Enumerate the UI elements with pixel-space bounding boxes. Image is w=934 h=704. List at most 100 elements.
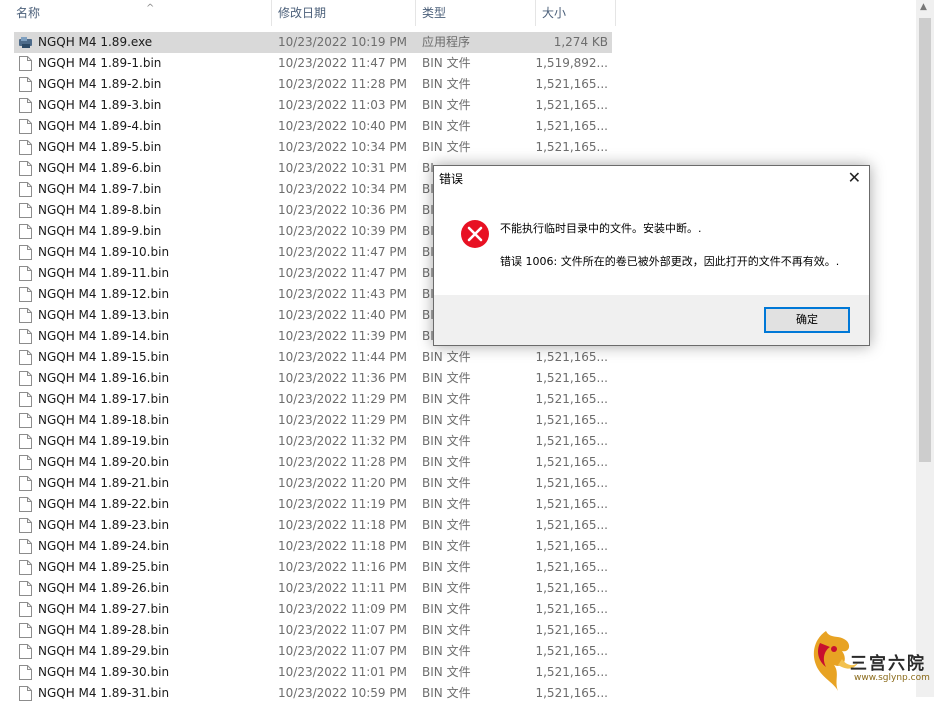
table-row[interactable]: NGQH M4 1.89-15.bin 10/23/2022 11:44 PM BI… xyxy=(14,347,612,368)
file-name: NGQH M4 1.89-11.bin xyxy=(38,266,170,280)
app-icon xyxy=(19,37,32,48)
file-icon xyxy=(19,476,32,491)
table-row[interactable]: NGQH M4 1.89-23.bin 10/23/2022 11:18 PM BI… xyxy=(14,515,612,536)
file-type: BIN 文件 xyxy=(422,539,471,553)
file-name: NGQH M4 1.89-14.bin xyxy=(38,329,170,343)
sort-ascending-icon: ^ xyxy=(146,3,155,14)
file-icon xyxy=(19,245,32,260)
file-date: 10/23/2022 11:01 PM xyxy=(278,665,407,679)
ok-button[interactable]: 确定 xyxy=(764,307,850,333)
file-type: BIN 文件 xyxy=(422,140,471,154)
column-header: 名称 ^ 修改日期 类型 大小 xyxy=(0,0,916,26)
table-row[interactable]: NGQH M4 1.89-28.bin 10/23/2022 11:07 PM BI… xyxy=(14,620,612,641)
file-name: NGQH M4 1.89-16.bin xyxy=(38,371,170,385)
scrollbar-thumb[interactable] xyxy=(919,18,931,462)
file-type: BIN 文件 xyxy=(422,434,471,448)
file-name: NGQH M4 1.89-26.bin xyxy=(38,581,170,595)
table-row[interactable]: NGQH M4 1.89-3.bin 10/23/2022 11:03 PM BIN… xyxy=(14,95,612,116)
file-icon xyxy=(19,77,32,92)
column-type[interactable]: 类型 xyxy=(416,0,536,26)
file-size: 1,521,165... xyxy=(535,455,608,469)
file-type: BIN 文件 xyxy=(422,623,471,637)
column-name[interactable]: 名称 ^ xyxy=(10,0,272,26)
file-date: 10/23/2022 11:20 PM xyxy=(278,476,407,490)
file-name: NGQH M4 1.89-9.bin xyxy=(38,224,162,238)
table-row[interactable]: NGQH M4 1.89-21.bin 10/23/2022 11:20 PM BI… xyxy=(14,473,612,494)
file-name: NGQH M4 1.89-3.bin xyxy=(38,98,162,112)
file-icon xyxy=(19,623,32,638)
file-date: 10/23/2022 11:43 PM xyxy=(278,287,407,301)
file-size: 1,521,165... xyxy=(535,476,608,490)
file-icon xyxy=(19,392,32,407)
table-row[interactable]: NGQH M4 1.89-1.bin 10/23/2022 11:47 PM BIN… xyxy=(14,53,612,74)
file-date: 10/23/2022 11:32 PM xyxy=(278,434,407,448)
file-icon xyxy=(19,560,32,575)
vertical-scrollbar[interactable]: ▲ xyxy=(916,0,934,697)
file-name: NGQH M4 1.89-22.bin xyxy=(38,497,170,511)
table-row[interactable]: NGQH M4 1.89-31.bin 10/23/2022 10:59 PM BI… xyxy=(14,683,612,704)
file-name: NGQH M4 1.89-27.bin xyxy=(38,602,170,616)
file-name: NGQH M4 1.89-7.bin xyxy=(38,182,162,196)
table-row[interactable]: NGQH M4 1.89-20.bin 10/23/2022 11:28 PM BI… xyxy=(14,452,612,473)
file-type: BIN 文件 xyxy=(422,518,471,532)
table-row[interactable]: NGQH M4 1.89.exe 10/23/2022 10:19 PM 应用程序 1… xyxy=(14,32,612,53)
scroll-up-icon[interactable]: ▲ xyxy=(920,2,927,12)
table-row[interactable]: NGQH M4 1.89-4.bin 10/23/2022 10:40 PM BIN… xyxy=(14,116,612,137)
file-size: 1,521,165... xyxy=(535,392,608,406)
error-dialog: 错误 ✕ 不能执行临时目录中的文件。安装中断。. 错误 1006: 文件所在的卷… xyxy=(433,165,870,346)
table-row[interactable]: NGQH M4 1.89-17.bin 10/23/2022 11:29 PM BI… xyxy=(14,389,612,410)
file-name: NGQH M4 1.89.exe xyxy=(38,35,153,49)
file-icon xyxy=(19,329,32,344)
table-row[interactable]: NGQH M4 1.89-19.bin 10/23/2022 11:32 PM BI… xyxy=(14,431,612,452)
file-icon xyxy=(19,203,32,218)
watermark-url: www.sglynp.com xyxy=(854,673,930,683)
table-row[interactable]: NGQH M4 1.89-2.bin 10/23/2022 11:28 PM BIN… xyxy=(14,74,612,95)
file-name: NGQH M4 1.89-2.bin xyxy=(38,77,162,91)
table-row[interactable]: NGQH M4 1.89-29.bin 10/23/2022 11:07 PM BI… xyxy=(14,641,612,662)
file-size: 1,519,892... xyxy=(535,56,608,70)
table-row[interactable]: NGQH M4 1.89-30.bin 10/23/2022 11:01 PM BI… xyxy=(14,662,612,683)
table-row[interactable]: NGQH M4 1.89-22.bin 10/23/2022 11:19 PM BI… xyxy=(14,494,612,515)
file-icon xyxy=(19,602,32,617)
file-size: 1,521,165... xyxy=(535,644,608,658)
file-date: 10/23/2022 10:36 PM xyxy=(278,203,407,217)
watermark-logo: 三宫六院 www.sglynp.com xyxy=(804,625,930,693)
file-size: 1,521,165... xyxy=(535,623,608,637)
file-name: NGQH M4 1.89-15.bin xyxy=(38,350,170,364)
file-size: 1,521,165... xyxy=(535,77,608,91)
file-date: 10/23/2022 11:09 PM xyxy=(278,602,407,616)
file-icon xyxy=(19,266,32,281)
file-name: NGQH M4 1.89-19.bin xyxy=(38,434,170,448)
file-icon xyxy=(19,665,32,680)
table-row[interactable]: NGQH M4 1.89-5.bin 10/23/2022 10:34 PM BIN… xyxy=(14,137,612,158)
file-date: 10/23/2022 11:39 PM xyxy=(278,329,407,343)
column-size[interactable]: 大小 xyxy=(536,0,616,26)
file-type: BIN 文件 xyxy=(422,665,471,679)
file-icon xyxy=(19,161,32,176)
column-date[interactable]: 修改日期 xyxy=(272,0,416,26)
close-icon[interactable]: ✕ xyxy=(848,166,861,189)
file-size: 1,521,165... xyxy=(535,602,608,616)
file-size: 1,521,165... xyxy=(535,539,608,553)
error-icon xyxy=(461,220,489,248)
dialog-title: 错误 xyxy=(439,172,464,186)
table-row[interactable]: NGQH M4 1.89-24.bin 10/23/2022 11:18 PM BI… xyxy=(14,536,612,557)
file-name: NGQH M4 1.89-6.bin xyxy=(38,161,162,175)
file-size: 1,521,165... xyxy=(535,518,608,532)
file-type: BIN 文件 xyxy=(422,98,471,112)
file-date: 10/23/2022 11:36 PM xyxy=(278,371,407,385)
table-row[interactable]: NGQH M4 1.89-27.bin 10/23/2022 11:09 PM BI… xyxy=(14,599,612,620)
file-size: 1,521,165... xyxy=(535,560,608,574)
table-row[interactable]: NGQH M4 1.89-16.bin 10/23/2022 11:36 PM BI… xyxy=(14,368,612,389)
column-date-label: 修改日期 xyxy=(278,6,327,20)
file-icon xyxy=(19,686,32,701)
file-icon xyxy=(19,455,32,470)
table-row[interactable]: NGQH M4 1.89-26.bin 10/23/2022 11:11 PM BI… xyxy=(14,578,612,599)
table-row[interactable]: NGQH M4 1.89-18.bin 10/23/2022 11:29 PM BI… xyxy=(14,410,612,431)
table-row[interactable]: NGQH M4 1.89-25.bin 10/23/2022 11:16 PM BI… xyxy=(14,557,612,578)
dialog-detail: 错误 1006: 文件所在的卷已被外部更改，因此打开的文件不再有效。. xyxy=(500,255,840,268)
file-size: 1,521,165... xyxy=(535,686,608,700)
file-date: 10/23/2022 11:28 PM xyxy=(278,455,407,469)
file-name: NGQH M4 1.89-8.bin xyxy=(38,203,162,217)
file-name: NGQH M4 1.89-12.bin xyxy=(38,287,170,301)
